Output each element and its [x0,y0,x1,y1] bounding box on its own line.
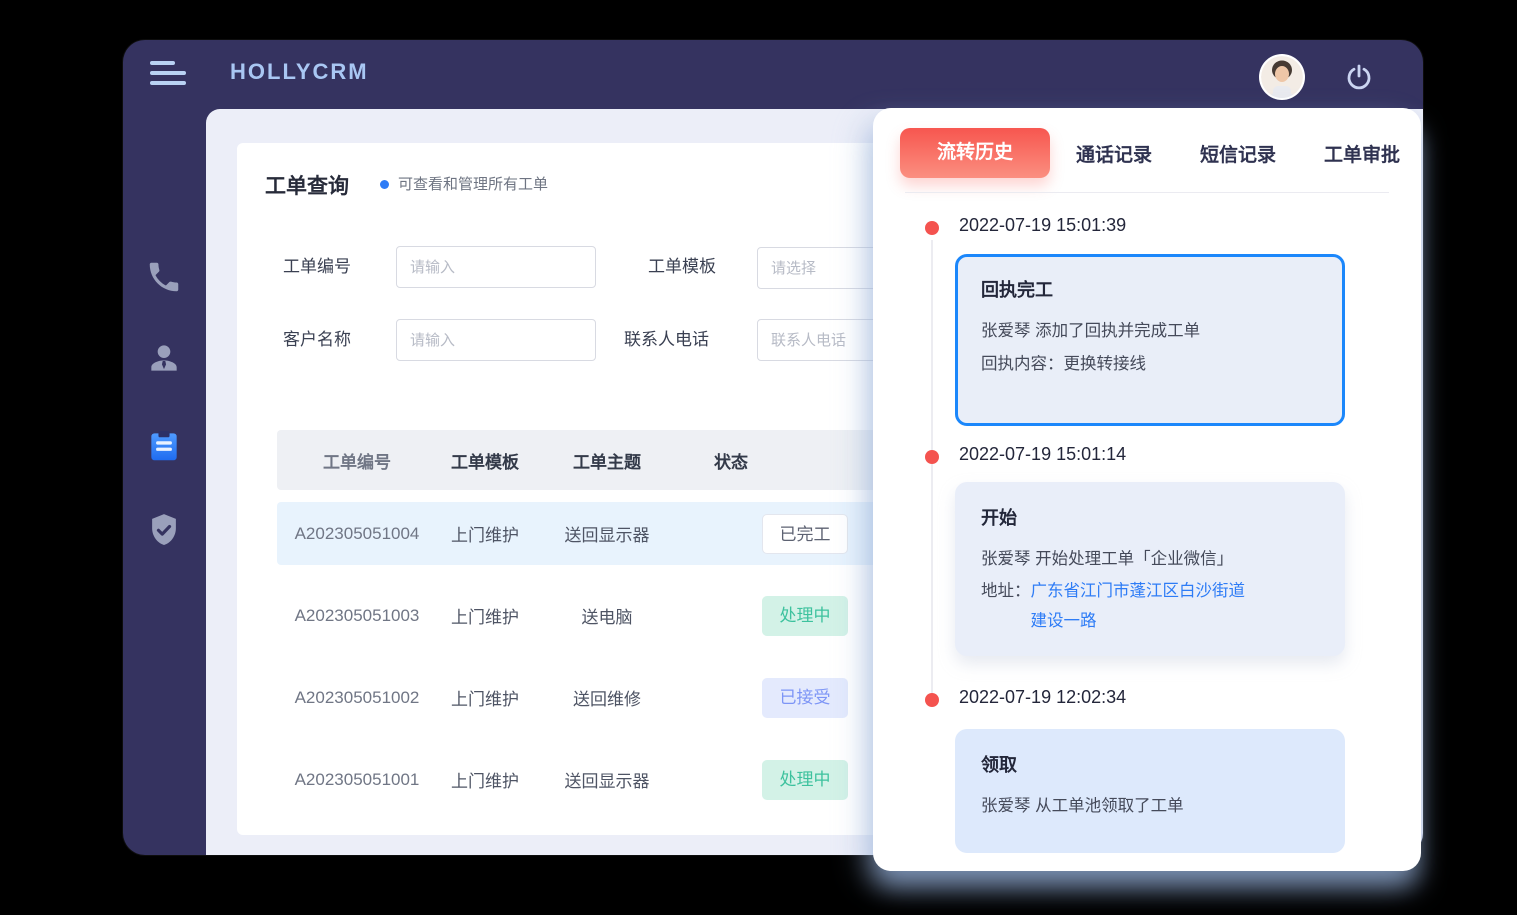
cell-subject: 送回维修 [533,685,681,710]
timeline-time: 2022-07-19 15:01:14 [959,444,1126,465]
cell-template: 上门维护 [437,603,533,628]
cell-order-no: A202305051004 [277,524,437,544]
brand-logo: HOLLYCRM [230,59,369,85]
header-order-no: 工单编号 [277,448,437,473]
top-bar: HOLLYCRM [123,40,1423,109]
status-badge: 已完工 [762,514,848,554]
tab-0-active[interactable]: 流转历史 [900,128,1050,178]
tab-1[interactable]: 通话记录 [1076,140,1152,167]
tab-2[interactable]: 短信记录 [1200,140,1276,167]
cell-template: 上门维护 [437,767,533,792]
timeline-address-row: 地址： 广东省江门市蓬江区白沙街道建设一路 [981,576,1319,636]
address-label: 地址： [981,576,1031,636]
hamburger-menu-icon[interactable] [150,61,186,88]
filter-label-customer: 客户名称 [283,319,351,361]
timeline-card-title: 回执完工 [981,276,1319,302]
timeline-card-text: 张爱琴 添加了回执并完成工单 [981,315,1319,348]
sidebar-item-calls[interactable] [145,258,183,296]
page-title: 工单查询 [265,170,349,200]
cell-subject: 送电脑 [533,603,681,628]
timeline-card-text: 回执内容：更换转接线 [981,348,1319,381]
filter-label-contact-phone: 联系人电话 [624,319,709,361]
workorder-detail-panel: 流转历史通话记录 短信记录 工单审批 2022-07-19 15:01:39 回执完… [873,108,1421,871]
subtitle-dot-icon [380,180,389,189]
header-template: 工单模板 [437,448,533,473]
customer-name-input[interactable] [396,319,596,361]
tabs-divider [905,192,1389,193]
timeline-card-completed[interactable]: 回执完工 张爱琴 添加了回执并完成工单 回执内容：更换转接线 [955,254,1345,426]
status-badge: 处理中 [762,760,848,800]
avatar-image [1261,56,1303,98]
timeline-dot [925,693,939,707]
timeline-dot [925,221,939,235]
power-icon[interactable] [1345,63,1373,91]
clipboard-icon [145,427,183,465]
page-subtitle: 可查看和管理所有工单 [398,173,548,194]
timeline-card-claimed[interactable]: 领取 张爱琴 从工单池领取了工单 [955,729,1345,853]
status-badge: 处理中 [762,596,848,636]
timeline-card-title: 开始 [981,504,1319,530]
timeline-time: 2022-07-19 15:01:39 [959,215,1126,236]
cell-order-no: A202305051001 [277,770,437,790]
cell-template: 上门维护 [437,685,533,710]
status-badge: 已接受 [762,678,848,718]
filter-label-order-no: 工单编号 [283,246,351,288]
cell-order-no: A202305051002 [277,688,437,708]
header-subject: 工单主题 [533,448,681,473]
user-avatar[interactable] [1261,56,1303,98]
sidebar-item-customers[interactable] [145,339,183,377]
sidebar-item-workorders[interactable] [145,427,183,465]
phone-icon [145,258,183,296]
cell-order-no: A202305051003 [277,606,437,626]
timeline-card-title: 领取 [981,751,1319,777]
timeline-dot [925,450,939,464]
timeline-time: 2022-07-19 12:02:34 [959,687,1126,708]
filter-label-template: 工单模板 [648,246,716,288]
cell-template: 上门维护 [437,521,533,546]
timeline-line [931,240,933,700]
address-link[interactable]: 广东省江门市蓬江区白沙街道建设一路 [1031,576,1259,636]
sidebar-item-security[interactable] [145,511,183,549]
tab-3[interactable]: 工单审批 [1324,140,1400,167]
person-icon [145,339,183,377]
shield-check-icon [145,511,183,549]
cell-subject: 送回显示器 [533,521,681,546]
order-no-input[interactable] [396,246,596,288]
timeline-card-text: 张爱琴 开始处理工单「企业微信」 [981,543,1319,576]
detail-tabs: 流转历史通话记录 短信记录 工单审批 [900,128,1401,178]
timeline-card-start[interactable]: 开始 张爱琴 开始处理工单「企业微信」 地址： 广东省江门市蓬江区白沙街道建设一… [955,482,1345,656]
timeline-card-text: 张爱琴 从工单池领取了工单 [981,790,1319,823]
cell-subject: 送回显示器 [533,767,681,792]
